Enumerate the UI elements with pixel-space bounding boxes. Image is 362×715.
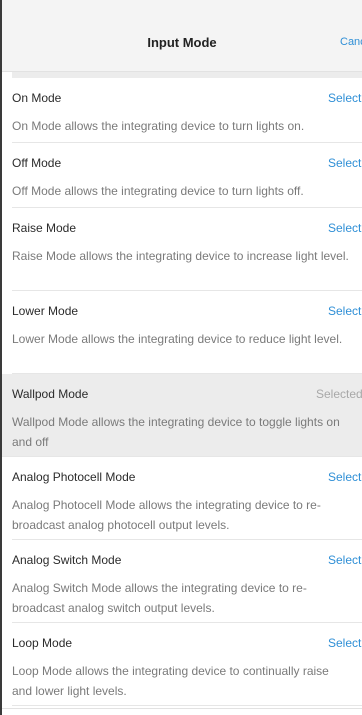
window-edge <box>0 0 2 715</box>
mode-description: Analog Photocell Mode allows the integra… <box>12 498 321 532</box>
mode-row-off[interactable]: Off Mode Select Off Mode allows the inte… <box>12 143 362 208</box>
mode-title: Wallpod Mode <box>12 387 89 401</box>
mode-list: On Mode Select On Mode allows the integr… <box>2 78 362 706</box>
header-bar: Input Mode Cancel <box>2 0 362 72</box>
mode-title: Off Mode <box>12 156 62 170</box>
mode-description: Lower Mode allows the integrating device… <box>12 332 343 346</box>
input-mode-screen: Input Mode Cancel On Mode Select On Mode… <box>0 0 362 715</box>
mode-title: Analog Photocell Mode <box>12 470 136 484</box>
select-button[interactable]: Select <box>328 470 361 484</box>
mode-description: Off Mode allows the integrating device t… <box>12 184 304 198</box>
selected-label: Selected <box>316 387 362 401</box>
select-button[interactable]: Select <box>328 304 361 318</box>
mode-row-analog-switch[interactable]: Analog Switch Mode Select Analog Switch … <box>12 540 362 623</box>
select-button[interactable]: Select <box>328 636 361 650</box>
cancel-button[interactable]: Cancel <box>340 36 362 48</box>
page-title: Input Mode <box>147 35 217 50</box>
mode-title: Raise Mode <box>12 221 77 235</box>
mode-description: On Mode allows the integrating device to… <box>12 119 305 133</box>
mode-row-lower[interactable]: Lower Mode Select Lower Mode allows the … <box>12 291 362 374</box>
mode-description: Analog Switch Mode allows the integratin… <box>12 581 307 615</box>
select-button[interactable]: Select <box>328 553 361 567</box>
mode-row-loop[interactable]: Loop Mode Select Loop Mode allows the in… <box>12 623 362 706</box>
mode-description: Loop Mode allows the integrating device … <box>12 664 329 698</box>
mode-title: Lower Mode <box>12 304 79 318</box>
mode-row-analog-photocell[interactable]: Analog Photocell Mode Select Analog Phot… <box>12 457 362 540</box>
mode-description: Wallpod Mode allows the integrating devi… <box>12 415 340 449</box>
list-bottom-divider <box>2 708 362 709</box>
select-button[interactable]: Select <box>328 91 361 105</box>
mode-row-raise[interactable]: Raise Mode Select Raise Mode allows the … <box>12 208 362 291</box>
mode-description: Raise Mode allows the integrating device… <box>12 249 349 263</box>
mode-title: On Mode <box>12 91 62 105</box>
mode-row-wallpod: Wallpod Mode Selected Wallpod Mode allow… <box>2 374 362 457</box>
select-button[interactable]: Select <box>328 221 361 235</box>
select-button[interactable]: Select <box>328 156 361 170</box>
mode-title: Analog Switch Mode <box>12 553 122 567</box>
mode-title: Loop Mode <box>12 636 73 650</box>
mode-row-on[interactable]: On Mode Select On Mode allows the integr… <box>12 78 362 143</box>
